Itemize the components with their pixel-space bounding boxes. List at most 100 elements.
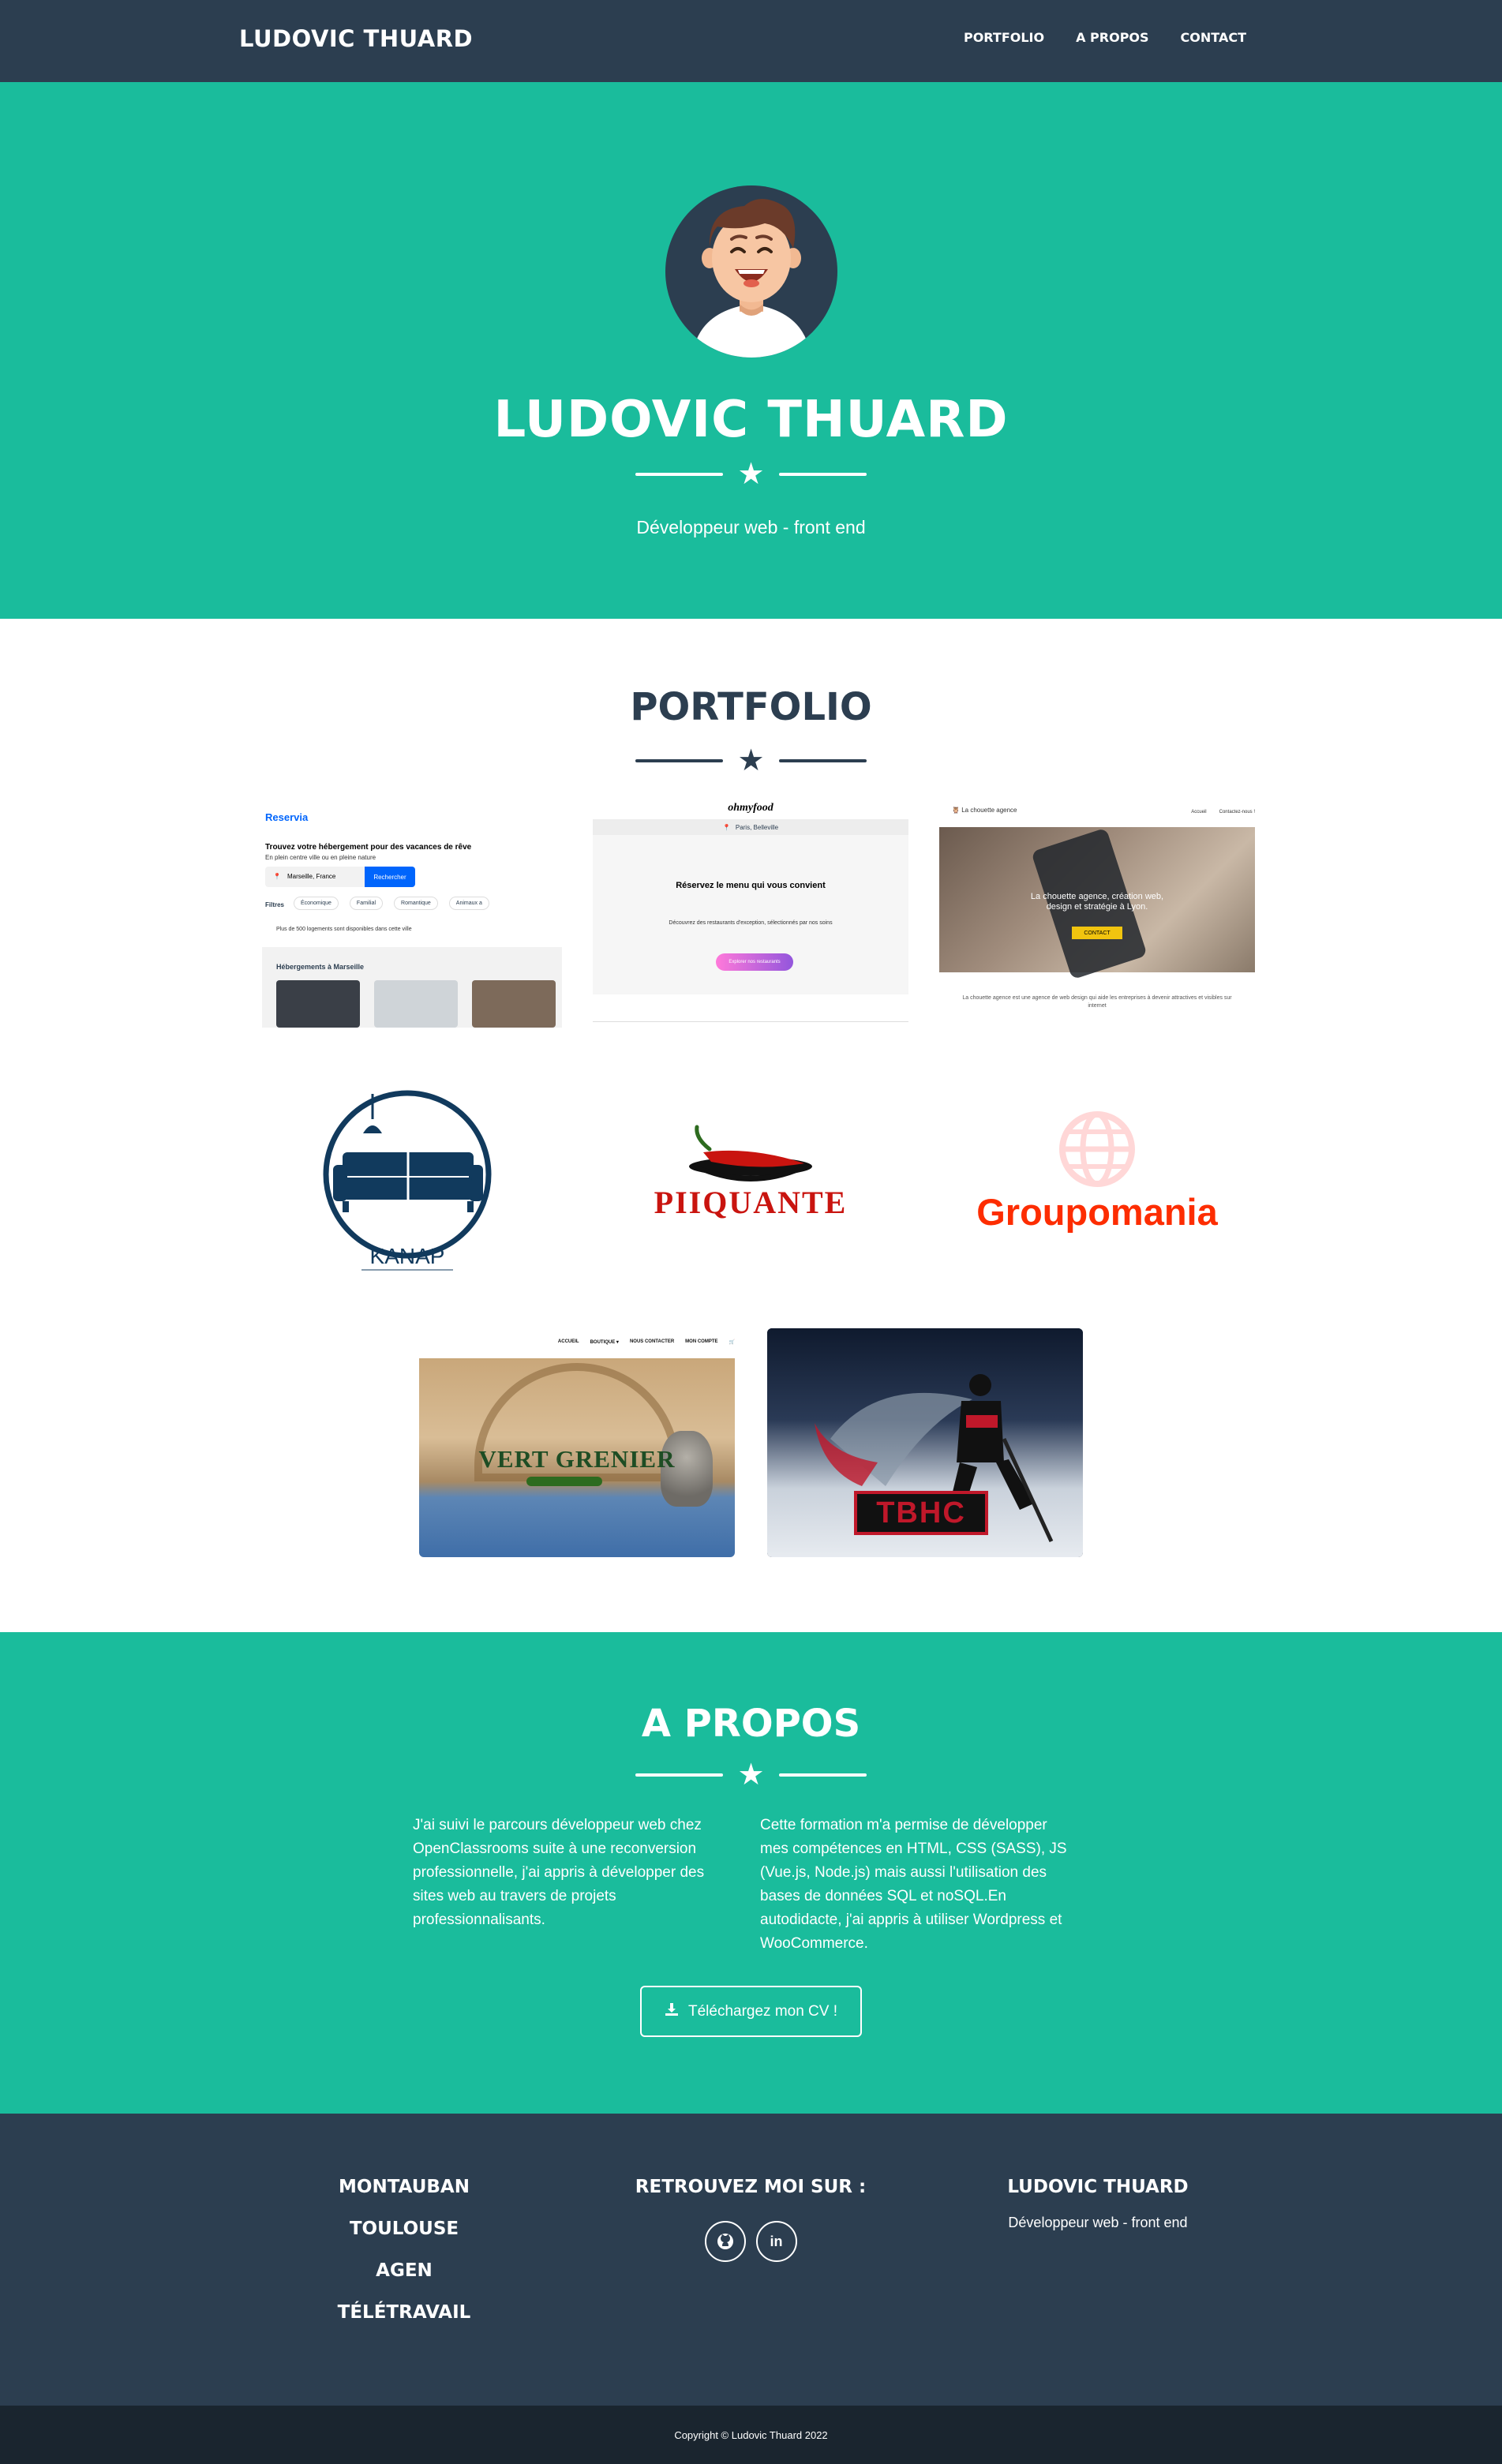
chouette-nav-item: Accueil (1191, 810, 1207, 814)
vert-grenier-menu: ACCUEIL BOUTIQUE ▾ NOUS CONTACTER MON CO… (558, 1339, 735, 1345)
filter-chip: Animaux a (448, 897, 489, 910)
portfolio-item-tbhc[interactable]: TBHC (767, 1328, 1083, 1557)
portfolio-item-ohmyfood[interactable]: ohmyfood 📍 Paris, Belleville Réservez le… (593, 799, 908, 1028)
reservia-city: Marseille, France (287, 873, 336, 880)
about-title: A PROPOS (641, 1702, 861, 1746)
tbhc-wordmark: TBHC (854, 1491, 988, 1535)
vert-grenier-hero-image: VERT GRENIER (419, 1358, 735, 1557)
location-item: AGEN (376, 2260, 433, 2281)
reservia-sub: En plein centre ville ou en pleine natur… (265, 854, 376, 861)
reservia-section-title: Hébergements à Marseille (276, 963, 365, 971)
about-text-right: Cette formation m'a permise de développe… (760, 1817, 1067, 1952)
portfolio-divider: ★ (0, 746, 1502, 776)
reservia-logo: Reservia (265, 811, 309, 823)
ohmyfood-cta: Explorer nos restaurants (716, 953, 793, 971)
reservia-filters-label: Filtres (265, 901, 285, 908)
cart-icon: 🛒 (729, 1340, 735, 1345)
download-cv-label: Téléchargez mon CV ! (687, 2002, 838, 2020)
footer-about: LUDOVIC THUARD Développeur web - front e… (940, 2177, 1256, 2231)
footer: MONTAUBAN TOULOUSE AGEN TÉLÉTRAVAIL RETR… (0, 2114, 1502, 2406)
portfolio-title: PORTFOLIO (630, 685, 872, 729)
divider-line (778, 473, 867, 476)
nav-contact-link[interactable]: CONTACT (1181, 30, 1246, 45)
vg-menu-item: ACCUEIL (557, 1339, 579, 1344)
piiquante-wordmark: PIIQUANTE (654, 1185, 848, 1220)
linkedin-icon[interactable]: in (755, 2221, 797, 2262)
divider-line (635, 759, 724, 762)
listing-photo (276, 980, 360, 1028)
reservia-listing: Hébergements à Marseille (262, 947, 562, 1028)
github-icon[interactable] (704, 2221, 746, 2262)
ohmyfood-headline: Réservez le menu qui vous convient (676, 881, 826, 890)
about-section: A PROPOS ★ J'ai suivi le parcours dévelo… (0, 1632, 1502, 2114)
divider (361, 1269, 453, 1271)
owl-icon: 🦉 (952, 807, 960, 814)
portfolio-item-vert-grenier[interactable]: ACCUEIL BOUTIQUE ▾ NOUS CONTACTER MON CO… (419, 1328, 735, 1557)
hero-section: LUDOVIC THUARD ★ Développeur web - front… (0, 82, 1502, 619)
listing-photo (472, 980, 556, 1028)
vg-menu-item: NOUS CONTACTER (629, 1339, 675, 1344)
nav-portfolio-link[interactable]: PORTFOLIO (964, 30, 1044, 45)
vg-menu-item: MON COMPTE (685, 1339, 718, 1344)
about-divider: ★ (0, 1760, 1502, 1790)
chouette-text: La chouette agence est une agence de web… (962, 995, 1232, 1009)
divider-line (778, 1773, 867, 1777)
chouette-hero-image: La chouette agence, création web, design… (939, 827, 1255, 980)
chouette-headline: La chouette agence, création web, design… (1030, 892, 1164, 912)
divider-line (635, 1773, 724, 1777)
nav-links: PORTFOLIO A PROPOS CONTACT (964, 30, 1246, 45)
footer-locations: MONTAUBAN TOULOUSE AGEN TÉLÉTRAVAIL (286, 2177, 523, 2344)
divider (593, 1021, 908, 1022)
location-icon: 📍 (722, 823, 731, 831)
groupomania-wordmark: Groupomania (976, 1191, 1218, 1233)
reservia-notice: Plus de 500 logements sont disponibles d… (276, 927, 412, 932)
location-item: TOULOUSE (349, 2219, 459, 2239)
footer-social: RETROUVEZ MOI SUR : in (593, 2177, 908, 2262)
navbar: LUDOVIC THUARD PORTFOLIO A PROPOS CONTAC… (0, 0, 1502, 82)
footer-name: LUDOVIC THUARD (1007, 2177, 1189, 2197)
ohmyfood-logo: ohmyfood (728, 802, 773, 814)
portfolio-item-piiquante[interactable]: PIIQUANTE (593, 1070, 908, 1299)
social-title: RETROUVEZ MOI SUR : (635, 2177, 867, 2197)
download-cv-button[interactable]: Téléchargez mon CV ! (640, 1986, 862, 2037)
portfolio-item-kanap[interactable]: KANAP (262, 1070, 578, 1299)
copyright-text: Copyright © Ludovic Thuard 2022 (674, 2428, 828, 2441)
chouette-cta: CONTACT (1072, 927, 1122, 939)
hero-divider: ★ (0, 459, 1502, 489)
divider-line (778, 759, 867, 762)
hero-title: LUDOVIC THUARD (493, 391, 1009, 449)
star-icon: ★ (737, 744, 765, 777)
divider-line (635, 473, 724, 476)
nav-about-link[interactable]: A PROPOS (1076, 30, 1148, 45)
download-icon (665, 2002, 679, 2021)
hero-subtitle: Développeur web - front end (636, 517, 866, 537)
location-icon: 📍 (273, 873, 281, 880)
star-icon: ★ (737, 458, 765, 491)
ohmyfood-location-bar: 📍 Paris, Belleville (593, 819, 908, 835)
location-item: TÉLÉTRAVAIL (337, 2302, 471, 2323)
filter-chip: Romantique (394, 897, 438, 910)
reservia-filters: Économique Familial Romantique Animaux a (294, 897, 489, 910)
social-links: in (593, 2221, 908, 2262)
linkedin-label: in (770, 2233, 783, 2249)
portfolio-item-reservia[interactable]: Reservia Trouvez votre hébergement pour … (262, 799, 578, 1028)
chouette-nav-item: Contactez-nous ! (1219, 810, 1255, 814)
footer-role: Développeur web - front end (1008, 2215, 1188, 2230)
brand-logo[interactable]: LUDOVIC THUARD (239, 25, 473, 52)
vg-menu-item: BOUTIQUE ▾ (590, 1340, 619, 1345)
kanap-wordmark: KANAP (369, 1244, 445, 1268)
location-item: MONTAUBAN (339, 2177, 470, 2197)
chouette-nav: Accueil Contactez-nous ! (1191, 810, 1255, 814)
ohmyfood-text: Découvrez des restaurants d'exception, s… (669, 920, 833, 926)
chouette-logo: 🦉 La chouette agence (952, 807, 1017, 814)
about-text-left: J'ai suivi le parcours développeur web c… (413, 1817, 705, 1928)
globe-icon (1059, 1111, 1135, 1187)
listing-photo (374, 980, 458, 1028)
portfolio-item-chouette-agence[interactable]: 🦉 La chouette agence Accueil Contactez-n… (939, 799, 1255, 1028)
vert-grenier-wordmark: VERT GRENIER (478, 1445, 676, 1473)
portfolio-item-groupomania[interactable]: Groupomania (939, 1070, 1255, 1299)
filter-chip: Familial (349, 897, 384, 910)
copyright-bar: Copyright © Ludovic Thuard 2022 (0, 2406, 1502, 2464)
reservia-headline: Trouvez votre hébergement pour des vacan… (265, 843, 472, 852)
reservia-search-button: Rechercher (365, 867, 415, 887)
